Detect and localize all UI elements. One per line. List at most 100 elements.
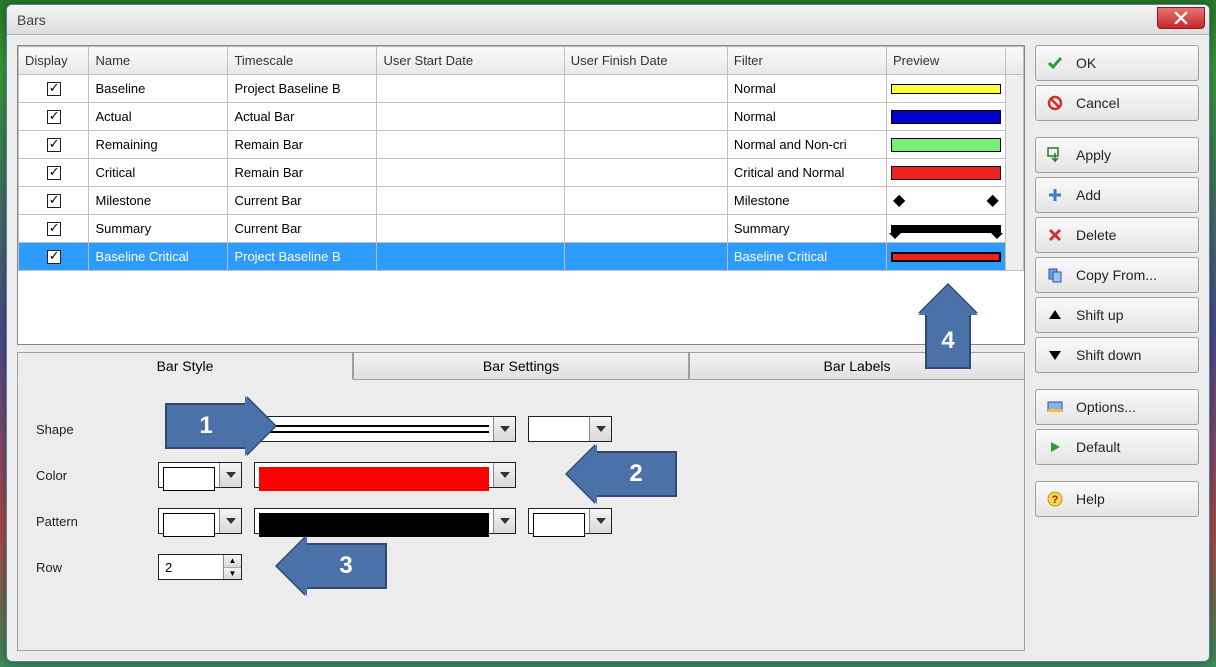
timescale-cell[interactable]: Current Bar	[228, 187, 377, 215]
spinner-down-icon[interactable]: ▼	[224, 568, 241, 580]
col-timescale[interactable]: Timescale	[228, 47, 377, 75]
user-start-cell[interactable]	[377, 131, 564, 159]
col-name[interactable]: Name	[89, 47, 228, 75]
col-user-finish[interactable]: User Finish Date	[564, 47, 727, 75]
user-finish-cell[interactable]	[564, 187, 727, 215]
display-cell[interactable]	[19, 215, 89, 243]
checkbox-icon[interactable]	[47, 82, 61, 96]
user-finish-cell[interactable]	[564, 103, 727, 131]
filter-cell[interactable]: Critical and Normal	[727, 159, 886, 187]
row-spinner[interactable]: 2 ▲ ▼	[158, 554, 242, 580]
display-cell[interactable]	[19, 75, 89, 103]
table-row[interactable]: RemainingRemain Bar Normal and Non-cri	[19, 131, 1024, 159]
pattern-end-combo[interactable]	[528, 508, 612, 534]
shape-combo[interactable]	[254, 416, 516, 442]
name-cell[interactable]: Milestone	[89, 187, 228, 215]
side-buttons: OK Cancel Apply Add Delete Copy From..	[1035, 45, 1199, 651]
col-preview[interactable]: Preview	[886, 47, 1005, 75]
shift-up-button[interactable]: Shift up	[1035, 297, 1199, 333]
color-start-combo[interactable]	[158, 462, 242, 488]
name-cell[interactable]: Actual	[89, 103, 228, 131]
timescale-cell[interactable]: Current Bar	[228, 215, 377, 243]
tab-bar-style[interactable]: Bar Style	[17, 352, 353, 380]
filter-cell[interactable]: Normal	[727, 75, 886, 103]
user-start-cell[interactable]	[377, 243, 564, 271]
checkbox-icon[interactable]	[47, 138, 61, 152]
spinner-up-icon[interactable]: ▲	[224, 555, 241, 568]
checkbox-icon[interactable]	[47, 110, 61, 124]
filter-cell[interactable]: Summary	[727, 215, 886, 243]
table-row[interactable]: BaselineProject Baseline B Normal	[19, 75, 1024, 103]
user-finish-cell[interactable]	[564, 75, 727, 103]
table-row[interactable]: SummaryCurrent BarSummary	[19, 215, 1024, 243]
preview-cell	[886, 243, 1005, 271]
checkbox-icon[interactable]	[47, 166, 61, 180]
name-cell[interactable]: Remaining	[89, 131, 228, 159]
table-row[interactable]: MilestoneCurrent BarMilestone◆◆	[19, 187, 1024, 215]
timescale-cell[interactable]: Project Baseline B	[228, 243, 377, 271]
timescale-cell[interactable]: Remain Bar	[228, 159, 377, 187]
pattern-start-combo[interactable]	[158, 508, 242, 534]
display-cell[interactable]	[19, 103, 89, 131]
col-display[interactable]: Display	[19, 47, 89, 75]
bars-grid[interactable]: Display Name Timescale User Start Date U…	[17, 45, 1025, 345]
checkbox-icon[interactable]	[47, 222, 61, 236]
table-row[interactable]: CriticalRemain Bar Critical and Normal	[19, 159, 1024, 187]
display-cell[interactable]	[19, 187, 89, 215]
timescale-cell[interactable]: Actual Bar	[228, 103, 377, 131]
filter-cell[interactable]: Baseline Critical	[727, 243, 886, 271]
cancel-button[interactable]: Cancel	[1035, 85, 1199, 121]
add-button[interactable]: Add	[1035, 177, 1199, 213]
ok-button[interactable]: OK	[1035, 45, 1199, 81]
name-cell[interactable]: Critical	[89, 159, 228, 187]
user-start-cell[interactable]	[377, 159, 564, 187]
user-finish-cell[interactable]	[564, 243, 727, 271]
pattern-combo[interactable]	[254, 508, 516, 534]
display-cell[interactable]	[19, 243, 89, 271]
user-start-cell[interactable]	[377, 215, 564, 243]
user-finish-cell[interactable]	[564, 131, 727, 159]
chevron-down-icon	[589, 417, 611, 441]
col-user-start[interactable]: User Start Date	[377, 47, 564, 75]
checkbox-icon[interactable]	[47, 194, 61, 208]
col-filter[interactable]: Filter	[727, 47, 886, 75]
table-row[interactable]: ActualActual Bar Normal	[19, 103, 1024, 131]
user-finish-cell[interactable]	[564, 159, 727, 187]
shape-end-combo[interactable]	[528, 416, 612, 442]
help-button[interactable]: ? Help	[1035, 481, 1199, 517]
color-label: Color	[36, 468, 146, 483]
play-icon	[1046, 440, 1064, 454]
table-row[interactable]: Baseline CriticalProject Baseline BBasel…	[19, 243, 1024, 271]
delete-button[interactable]: Delete	[1035, 217, 1199, 253]
timescale-cell[interactable]: Project Baseline B	[228, 75, 377, 103]
apply-button[interactable]: Apply	[1035, 137, 1199, 173]
checkbox-icon[interactable]	[47, 250, 61, 264]
row-label: Row	[36, 560, 146, 575]
display-cell[interactable]	[19, 159, 89, 187]
display-cell[interactable]	[19, 131, 89, 159]
tab-bar-settings[interactable]: Bar Settings	[353, 352, 689, 380]
triangle-down-icon	[1046, 348, 1064, 362]
scrollbar[interactable]	[1005, 75, 1023, 271]
user-start-cell[interactable]	[377, 187, 564, 215]
filter-cell[interactable]: Milestone	[727, 187, 886, 215]
close-button[interactable]	[1157, 7, 1205, 29]
cancel-icon	[1046, 95, 1064, 111]
shape-label: Shape	[36, 422, 146, 437]
copy-from-button[interactable]: Copy From...	[1035, 257, 1199, 293]
user-start-cell[interactable]	[377, 103, 564, 131]
name-cell[interactable]: Baseline Critical	[89, 243, 228, 271]
name-cell[interactable]: Baseline	[89, 75, 228, 103]
user-finish-cell[interactable]	[564, 215, 727, 243]
tab-bar-labels[interactable]: Bar Labels	[689, 352, 1025, 380]
options-button[interactable]: Options...	[1035, 389, 1199, 425]
user-start-cell[interactable]	[377, 75, 564, 103]
shift-down-button[interactable]: Shift down	[1035, 337, 1199, 373]
default-button[interactable]: Default	[1035, 429, 1199, 465]
timescale-cell[interactable]: Remain Bar	[228, 131, 377, 159]
copy-icon	[1046, 267, 1064, 283]
filter-cell[interactable]: Normal	[727, 103, 886, 131]
name-cell[interactable]: Summary	[89, 215, 228, 243]
color-combo[interactable]	[254, 462, 516, 488]
filter-cell[interactable]: Normal and Non-cri	[727, 131, 886, 159]
